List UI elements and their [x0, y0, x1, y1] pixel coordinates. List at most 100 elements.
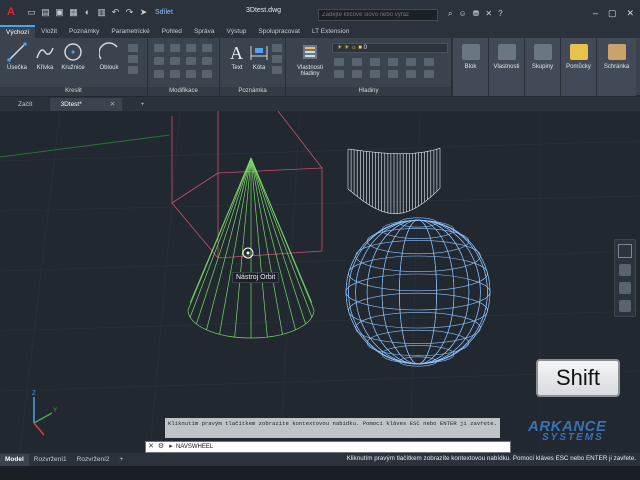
copy-icon[interactable] [154, 57, 164, 65]
3d-box[interactable] [171, 111, 323, 259]
mirror-icon[interactable] [170, 57, 180, 65]
tab-lt-extension[interactable]: LT Extension [306, 25, 355, 38]
tab-parametricke[interactable]: Parametrické [105, 25, 155, 38]
array-icon[interactable] [186, 70, 196, 78]
share-button[interactable]: Sdílet [155, 9, 173, 16]
save-icon[interactable]: ▣ [54, 7, 65, 18]
cart-icon[interactable]: ⛃ [473, 9, 480, 19]
help-icon[interactable]: ? [498, 9, 502, 19]
command-close-icon[interactable]: ✕ [146, 442, 156, 452]
close-icon[interactable]: ✕ [626, 8, 634, 19]
table-icon[interactable] [272, 55, 282, 63]
tab-poznamky[interactable]: Poznámky [63, 25, 105, 38]
tab-vlozit[interactable]: Vložit [35, 25, 63, 38]
scale-icon[interactable] [170, 70, 180, 78]
modify-panel-label[interactable]: Modifikace [148, 87, 219, 96]
groups-label: Skupiny [531, 64, 554, 70]
tab-spolupracovat[interactable]: Spolupracovat [252, 25, 306, 38]
app-logo[interactable]: A [0, 0, 22, 24]
layer-tool-8-icon[interactable] [352, 70, 362, 78]
new-file-icon[interactable]: ▭ [26, 7, 37, 18]
minimize-icon[interactable]: – [593, 8, 598, 19]
redo-icon[interactable]: ↷ [124, 7, 135, 18]
layer-tool-12-icon[interactable] [424, 70, 434, 78]
layer-tool-4-icon[interactable] [388, 58, 398, 66]
layer-tool-6-icon[interactable] [424, 58, 434, 66]
layer-tool-7-icon[interactable] [334, 70, 344, 78]
layer-tool-3-icon[interactable] [370, 58, 380, 66]
layer-tool-11-icon[interactable] [406, 70, 416, 78]
layout-tab-2[interactable]: Rozvržení2 [72, 454, 115, 466]
draw-panel-label[interactable]: Kreslit [0, 87, 147, 96]
navigation-bar[interactable] [614, 239, 636, 317]
utilities-panel[interactable]: Pomůcky [560, 38, 596, 96]
circle-tool[interactable]: Kružnice [58, 42, 88, 71]
print-icon[interactable]: ▥ [96, 7, 107, 18]
3d-cone[interactable] [187, 157, 315, 339]
line-icon [7, 42, 27, 62]
3d-sphere[interactable] [345, 217, 491, 367]
open-folder-icon[interactable]: ▤ [40, 7, 51, 18]
move-icon[interactable] [154, 44, 164, 52]
add-layout-button[interactable]: + [115, 454, 129, 466]
layers-panel-label[interactable]: Hladiny [286, 87, 451, 96]
layer-tool-9-icon[interactable] [370, 70, 380, 78]
layer-properties-tool[interactable]: Vlastnosti hladiny [290, 42, 330, 77]
close-tab-icon[interactable]: ✕ [110, 101, 115, 108]
file-tab-start[interactable]: Začít [8, 98, 42, 111]
properties-panel[interactable]: Vlastnosti [488, 38, 524, 96]
clipboard-panel[interactable]: Schránka [596, 38, 636, 96]
polyline-tool[interactable]: Křivka [30, 42, 60, 71]
dimension-tool[interactable]: Kóta [244, 42, 274, 71]
layer-tool-1-icon[interactable] [334, 58, 344, 66]
share-icon[interactable]: ➤ [138, 7, 149, 18]
layer-dropdown[interactable]: ☀ ☀ ☼ ■ 0 [332, 43, 448, 53]
model-space-canvas: Z Y [0, 111, 640, 451]
web-icon[interactable]: ◐ [82, 7, 93, 18]
command-line[interactable]: ✕ ⚙ ▸ NAVSWHEEL [145, 441, 511, 453]
markup-icon[interactable] [272, 66, 282, 74]
tab-sprava[interactable]: Správa [188, 25, 221, 38]
layout-tab-model[interactable]: Model [0, 453, 29, 466]
save-as-icon[interactable]: ▦ [68, 7, 79, 18]
tab-vystup[interactable]: Výstup [221, 25, 253, 38]
explode-icon[interactable] [202, 57, 212, 65]
layout-tab-1[interactable]: Rozvržení1 [29, 454, 72, 466]
line-tool[interactable]: Úsečka [2, 42, 32, 71]
user-icon[interactable]: ☺ [458, 9, 466, 19]
layer-tool-2-icon[interactable] [352, 58, 362, 66]
search-input[interactable] [318, 9, 438, 21]
orbit-icon[interactable] [619, 300, 631, 312]
erase-icon[interactable] [202, 44, 212, 52]
stretch-icon[interactable] [154, 70, 164, 78]
drawing-viewport[interactable]: Z Y Nástroj Orbit [0, 111, 640, 451]
zoom-icon[interactable] [619, 282, 631, 294]
maximize-icon[interactable]: ▢ [608, 8, 617, 19]
leader-icon[interactable] [272, 44, 282, 52]
trim-icon[interactable] [186, 44, 196, 52]
offset-icon[interactable] [202, 70, 212, 78]
hatch-icon[interactable] [128, 55, 138, 63]
rotate-icon[interactable] [170, 44, 180, 52]
tab-pohled[interactable]: Pohled [156, 25, 188, 38]
viewcube-icon[interactable] [618, 244, 632, 258]
command-settings-icon[interactable]: ⚙ [156, 442, 166, 452]
fillet-icon[interactable] [186, 57, 196, 65]
rectangle-icon[interactable] [128, 44, 138, 52]
ellipse-icon[interactable] [128, 66, 138, 74]
block-panel[interactable]: Blok [452, 38, 488, 96]
layer-tool-5-icon[interactable] [406, 58, 416, 66]
undo-icon[interactable]: ↶ [110, 7, 121, 18]
3d-swept-surface[interactable] [347, 148, 441, 214]
tab-vychozi[interactable]: Výchozí [0, 25, 36, 38]
layer-tool-10-icon[interactable] [388, 70, 398, 78]
search-icon[interactable]: ⌕ [448, 9, 452, 19]
groups-icon [533, 44, 552, 60]
exchange-icon[interactable]: ✕ [485, 9, 492, 19]
annotation-panel-label[interactable]: Poznámka [220, 87, 285, 96]
arc-tool[interactable]: Oblouk [94, 42, 124, 71]
file-tab-3dtest[interactable]: 3Dtest* ✕ [50, 98, 123, 111]
new-tab-button[interactable]: + [130, 98, 154, 111]
groups-panel[interactable]: Skupiny [524, 38, 560, 96]
pan-icon[interactable] [619, 264, 631, 276]
